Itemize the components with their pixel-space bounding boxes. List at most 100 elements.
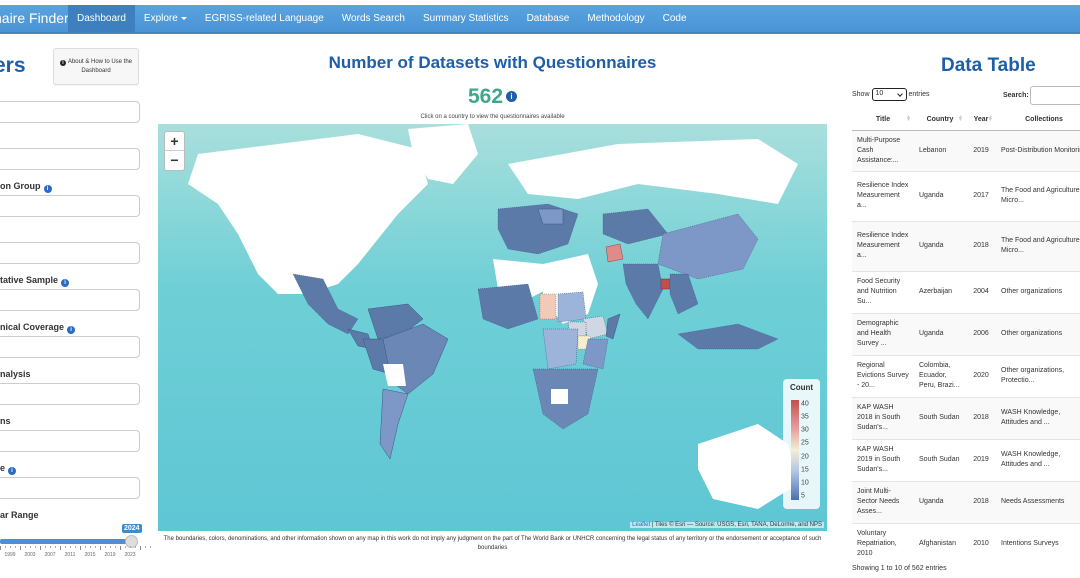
col-year[interactable]: Year ▲ ▼ <box>966 110 996 131</box>
nav-words-search[interactable]: Words Search <box>333 5 414 32</box>
cell-collections: The Food and Agriculture Micro... <box>996 170 1080 221</box>
nav-database[interactable]: Database <box>518 5 579 32</box>
slider-tick <box>5 546 6 548</box>
slider-tick-label: 2015 <box>84 552 96 558</box>
cell-year: 2018 <box>966 396 996 439</box>
country-botswana <box>551 389 568 404</box>
sort-icon: ▲ ▼ <box>906 114 911 123</box>
nav-code[interactable]: Code <box>654 5 696 32</box>
info-icon[interactable]: i <box>67 326 76 334</box>
entries-select[interactable]: 10 <box>871 88 907 101</box>
slider-tick <box>150 546 151 548</box>
table-row[interactable]: Multi-Purpose Cash Assistance:... Lebanon… <box>852 129 1080 171</box>
filter-input-4[interactable] <box>0 242 140 264</box>
slider-tick <box>130 546 131 548</box>
table-row[interactable]: Demographic and Health Survey ... Uganda 2… <box>852 312 1080 355</box>
col-title[interactable]: Title ▲ ▼ <box>852 110 914 131</box>
slider-tick <box>60 546 61 550</box>
table-row[interactable]: Regional Evictions Survey - 20... Colombi… <box>852 354 1080 397</box>
cell-country: Uganda <box>914 480 966 523</box>
filter-label-population-group: on Group i <box>0 181 52 193</box>
year-range-slider-track[interactable] <box>0 539 132 544</box>
cell-country: Azerbaijan <box>914 270 966 313</box>
col-collections[interactable]: Collections▲▼ <box>996 110 1080 131</box>
table-row[interactable]: Voluntary Repatriation, 2010 Afghanistan 2… <box>852 522 1080 565</box>
map-disclaimer: The boundaries, colors, denominations, a… <box>163 536 822 551</box>
sort-icon: ▲ ▼ <box>958 114 963 123</box>
cell-year: 2010 <box>966 522 996 565</box>
cell-country: Lebanon <box>914 129 966 171</box>
info-icon[interactable]: i <box>61 279 70 287</box>
show-label: Show <box>852 91 870 98</box>
app-brand[interactable]: naire Finder <box>0 5 69 32</box>
slider-tick <box>25 546 26 548</box>
nav-explore[interactable]: Explore <box>135 5 196 32</box>
cell-title: Multi-Purpose Cash Assistance:... <box>852 129 914 171</box>
legend-label: 20 <box>801 453 809 461</box>
attribution-text: | Tiles © Esri — Source: USGS, Esri, TAN… <box>650 522 822 528</box>
map-tiles <box>158 124 827 531</box>
leaflet-link[interactable]: Leaflet <box>632 522 650 528</box>
cell-collections: Intentions Surveys <box>996 522 1080 565</box>
slider-tick <box>40 546 41 550</box>
legend-label: 40 <box>801 400 809 408</box>
filter-label-geographical-coverage: nical Coverage i <box>0 322 76 334</box>
table-row[interactable]: Resilience Index Measurement a... Uganda 2… <box>852 220 1080 271</box>
filter-input-2[interactable] <box>0 148 140 170</box>
slider-tick-label: 2023 <box>124 552 136 558</box>
legend-label: 5 <box>801 492 805 500</box>
nav-methodology[interactable]: Methodology <box>578 5 653 32</box>
map-hint: Click on a country to view the questionn… <box>420 114 565 120</box>
slider-tick <box>110 546 111 548</box>
filter-label-collections: ns <box>0 416 11 426</box>
table-row[interactable]: Resilience Index Measurement a... Uganda 2… <box>852 170 1080 221</box>
cell-collections: WASH Knowledge, Attitudes and ... <box>996 396 1080 439</box>
nav-dashboard[interactable]: Dashboard <box>68 5 135 32</box>
slider-tick <box>10 546 11 548</box>
zoom-in-button[interactable]: + <box>165 132 184 151</box>
nav-dashboard-label: Dashboard <box>77 13 126 24</box>
col-country[interactable]: Country ▲ ▼ <box>914 110 966 131</box>
cell-year: 2018 <box>966 480 996 523</box>
about-button[interactable]: i About & How to Use the Dashboard <box>53 48 139 85</box>
filter-input-representative-sample[interactable] <box>0 289 140 311</box>
filter-input-analysis[interactable] <box>0 383 140 405</box>
cell-title: Resilience Index Measurement a... <box>852 220 914 271</box>
slider-tick <box>20 546 21 550</box>
cell-title: Food Security and Nutrition Su... <box>852 270 914 313</box>
entries-length-control: Show 10 entries <box>852 88 930 101</box>
table-row[interactable]: KAP WASH 2018 in South Sudan's... South S… <box>852 396 1080 439</box>
zoom-out-button[interactable]: − <box>165 151 184 170</box>
year-range-ticks <box>0 546 151 551</box>
filter-input-type[interactable] <box>0 477 140 499</box>
nav-summary-statistics[interactable]: Summary Statistics <box>414 5 518 32</box>
filter-input-population-group[interactable] <box>0 195 140 217</box>
cell-title: Joint Multi-Sector Needs Asses... <box>852 480 914 523</box>
table-row[interactable]: Joint Multi-Sector Needs Asses... Uganda 2… <box>852 480 1080 523</box>
table-search-input[interactable] <box>1030 86 1080 105</box>
cell-title: Demographic and Health Survey ... <box>852 312 914 355</box>
search-label: Search: <box>1003 92 1029 99</box>
slider-tick <box>0 546 1 550</box>
map-zoom-control: + − <box>164 131 185 171</box>
table-row[interactable]: KAP WASH 2019 in South Sudan's... South S… <box>852 438 1080 481</box>
slider-tick <box>30 546 31 548</box>
info-icon[interactable]: i <box>43 185 52 193</box>
info-icon[interactable]: i <box>8 467 17 475</box>
table-row[interactable]: Food Security and Nutrition Su... Azerbai… <box>852 270 1080 313</box>
info-icon[interactable]: i <box>506 91 518 102</box>
slider-tick <box>55 546 56 548</box>
filter-input-collections[interactable] <box>0 430 140 452</box>
slider-tick-label: 2007 <box>44 552 56 558</box>
filter-input-geographical-coverage[interactable] <box>0 336 140 358</box>
nav-methodology-label: Methodology <box>587 13 645 24</box>
world-map[interactable]: + − Count 40 35 30 25 20 15 10 5 Leaflet | Tile… <box>158 124 827 531</box>
filter-input-1[interactable] <box>0 101 140 123</box>
entries-select-value: 10 <box>875 90 884 97</box>
filter-label-representative-sample: tative Sample i <box>0 275 70 287</box>
cell-country: Colombia, Ecuador, Peru, Brazi... <box>914 354 966 397</box>
cell-collections: Post-Distribution Monitoring <box>996 129 1080 171</box>
cell-year: 2018 <box>966 220 996 271</box>
nav-egriss-language[interactable]: EGRISS-related Language <box>196 5 333 32</box>
cell-collections: Other organizations <box>996 270 1080 313</box>
